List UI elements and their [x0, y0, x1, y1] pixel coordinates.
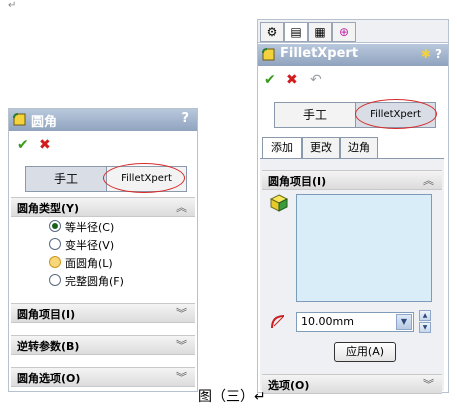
- filletxpert-property-manager: ⚙ ▤ ▦ ⊕ FilletXpert ✱ ? ✔ ✖ ↶ 手工 FilletX…: [257, 19, 449, 394]
- paragraph-mark: ↵: [8, 0, 17, 11]
- radio-label: 面圆角(L): [65, 257, 113, 270]
- panel-title: FilletXpert: [280, 46, 359, 61]
- radio-icon: [49, 274, 61, 286]
- radius-spinner[interactable]: ▲ ▼: [419, 310, 431, 333]
- radio-icon: [49, 238, 61, 250]
- section-fillet-items[interactable]: 圆角项目(I) ︽: [262, 170, 442, 190]
- cancel-x-icon[interactable]: ✖: [286, 72, 298, 88]
- ok-check-icon[interactable]: ✔: [17, 137, 29, 153]
- subtab-corner[interactable]: 边角: [340, 137, 378, 159]
- radio-constant-radius[interactable]: 等半径(C): [49, 219, 114, 235]
- section-fillet-options[interactable]: 圆角选项(O) ︾: [11, 367, 195, 387]
- section-label: 圆角项目(I): [268, 175, 327, 188]
- manager-tabs: ⚙ ▤ ▦ ⊕: [258, 20, 448, 43]
- subtab-change[interactable]: 更改: [302, 137, 340, 159]
- section-label: 逆转参数(B): [17, 340, 80, 353]
- chevron-up-icon[interactable]: ︽: [176, 199, 187, 215]
- apply-button[interactable]: 应用(A): [334, 342, 396, 362]
- configuration-manager-tab-icon[interactable]: ▦: [308, 22, 332, 42]
- tab-manual[interactable]: 手工: [26, 167, 107, 191]
- section-label: 圆角项目(I): [17, 308, 76, 321]
- fillet-icon: [262, 48, 275, 61]
- help-button[interactable]: ?: [181, 111, 189, 126]
- chevron-down-icon[interactable]: ︾: [176, 337, 187, 353]
- radio-variable-radius[interactable]: 变半径(V): [49, 237, 114, 253]
- fillet-property-manager: 圆角 ? ✔ ✖ 手工 FilletXpert 圆角类型(Y) ︽ 等半径(C)…: [8, 108, 198, 392]
- chevron-down-icon[interactable]: ︾: [176, 369, 187, 385]
- section-fillet-items[interactable]: 圆角项目(I) ︾: [11, 303, 195, 323]
- chevron-down-icon[interactable]: ▼: [396, 314, 412, 330]
- radio-label: 变半径(V): [65, 239, 115, 252]
- annotation-ellipse: [103, 163, 185, 193]
- edge-selection-icon: [270, 194, 288, 212]
- radio-label: 完整圆角(F): [65, 275, 124, 288]
- chevron-down-icon[interactable]: ︾: [176, 305, 187, 321]
- radio-label: 等半径(C): [65, 221, 115, 234]
- panel-title-bar: 圆角 ?: [9, 109, 197, 131]
- section-fillet-type[interactable]: 圆角类型(Y) ︽: [11, 197, 195, 217]
- panel-title-bar: FilletXpert ✱ ?: [258, 44, 448, 66]
- property-manager-tab-icon[interactable]: ▤: [284, 22, 308, 42]
- radio-icon: [49, 256, 61, 268]
- radius-icon: [271, 315, 285, 329]
- tab-manual[interactable]: 手工: [275, 103, 356, 127]
- section-options[interactable]: 选项(O) ︾: [262, 374, 442, 394]
- figure-caption: 图（三）↵: [198, 389, 266, 405]
- section-setback-params[interactable]: 逆转参数(B) ︾: [11, 335, 195, 355]
- edge-selection-box[interactable]: [296, 194, 432, 302]
- radio-face-fillet[interactable]: 面圆角(L): [49, 255, 113, 271]
- chevron-up-icon[interactable]: ︽: [423, 172, 434, 188]
- panel-title: 圆角: [31, 115, 58, 130]
- help-button[interactable]: ✱ ?: [421, 47, 442, 61]
- radio-selected-icon: [49, 220, 61, 232]
- section-label: 圆角类型(Y): [17, 202, 80, 215]
- feature-manager-tab-icon[interactable]: ⚙: [260, 22, 284, 42]
- ok-check-icon[interactable]: ✔: [264, 72, 276, 88]
- dimxpert-tab-icon[interactable]: ⊕: [332, 22, 356, 42]
- radio-full-round[interactable]: 完整圆角(F): [49, 273, 124, 289]
- section-label: 选项(O): [268, 379, 310, 392]
- radius-value: 10.00mm: [301, 315, 354, 328]
- radius-combobox[interactable]: 10.00mm ▼: [296, 312, 414, 332]
- fillet-icon: [13, 113, 26, 126]
- cancel-x-icon[interactable]: ✖: [39, 137, 51, 153]
- spin-up-icon[interactable]: ▲: [419, 310, 431, 321]
- annotation-ellipse: [355, 99, 437, 129]
- chevron-down-icon[interactable]: ︾: [423, 376, 434, 392]
- undo-icon[interactable]: ↶: [310, 72, 322, 88]
- section-label: 圆角选项(O): [17, 372, 81, 385]
- spin-down-icon[interactable]: ▼: [419, 322, 431, 333]
- subtab-add[interactable]: 添加: [262, 137, 302, 159]
